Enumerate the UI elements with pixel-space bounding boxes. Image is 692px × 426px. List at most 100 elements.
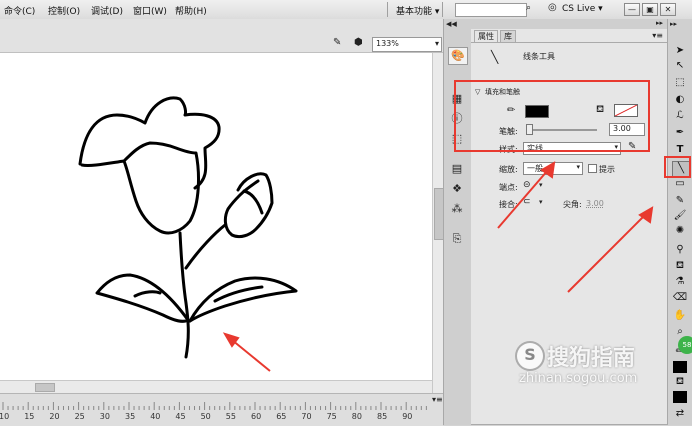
right-leaf bbox=[188, 276, 298, 323]
join-select[interactable]: ⊂ ▾ bbox=[523, 197, 551, 208]
motion-icon[interactable]: ⁂ bbox=[448, 201, 466, 217]
hand-tool-icon[interactable]: ✋ bbox=[672, 309, 688, 323]
stroke-icon[interactable]: ▦ bbox=[448, 91, 466, 107]
timeline-ticks bbox=[2, 402, 427, 410]
collapsed-panel-bar: ◀◀ 🎨 ▦ ⓘ ⬚ ▤ ❖ ⁂ ⎘ bbox=[443, 19, 472, 425]
scale-label: 缩放: bbox=[499, 165, 518, 174]
horizontal-scrollbar[interactable] bbox=[0, 380, 432, 394]
style-value: 实线 bbox=[527, 144, 543, 153]
tool-name: 线条工具 bbox=[523, 52, 555, 61]
color-panel-icon[interactable]: 🎨 bbox=[448, 47, 468, 65]
close-button[interactable]: ✕ bbox=[660, 3, 676, 16]
notification-badge[interactable]: 58 bbox=[678, 336, 692, 354]
transform-icon[interactable]: ⬚ bbox=[448, 131, 466, 147]
workspace-switcher[interactable]: 基本功能 ▾ bbox=[396, 4, 439, 17]
scale-select[interactable]: 一般 ▾ bbox=[523, 162, 583, 175]
edit-symbol-icon[interactable]: ✎ bbox=[333, 37, 341, 48]
collapse-icon[interactable]: ▸▸ bbox=[670, 20, 677, 28]
hint-checkbox[interactable] bbox=[588, 164, 597, 173]
annotation-arrow-stage bbox=[231, 339, 271, 372]
menu-command[interactable]: 命令(C) bbox=[4, 4, 35, 17]
horizontal-scroll-thumb[interactable] bbox=[35, 383, 55, 392]
chevron-down-icon[interactable]: ▽ bbox=[475, 88, 480, 96]
fill-color-tool-icon[interactable]: ⛾ bbox=[672, 375, 688, 389]
timeline-tick-label: 90 bbox=[402, 412, 413, 421]
left-leaf-vein bbox=[133, 290, 162, 298]
lasso-tool-icon[interactable]: ℒ bbox=[672, 109, 688, 123]
chevron-down-icon: ▾ bbox=[434, 39, 439, 48]
flower-cup bbox=[80, 141, 200, 235]
3d-rotation-tool-icon[interactable]: ◐ bbox=[672, 93, 688, 107]
bone-tool-icon[interactable]: ⚲ bbox=[672, 243, 688, 257]
collapse-icon[interactable]: ▸▸ bbox=[656, 19, 663, 27]
timeline-tick-label: 45 bbox=[175, 412, 186, 421]
zoom-select[interactable]: 133% ▾ bbox=[372, 37, 442, 52]
deco-tool-icon[interactable]: ✺ bbox=[672, 224, 688, 238]
components-icon[interactable]: ❖ bbox=[448, 181, 466, 197]
timeline-tick-label: 15 bbox=[24, 412, 35, 421]
panel-menu-icon[interactable]: ▾≡ bbox=[652, 31, 663, 40]
left-leaf bbox=[95, 273, 190, 323]
search-icon[interactable]: ⌕ bbox=[526, 3, 531, 13]
watermark-url: zhinan.sogou.com bbox=[519, 371, 638, 386]
join-label: 接合: bbox=[499, 200, 518, 209]
timeline-tick-label: 85 bbox=[377, 412, 388, 421]
cs-live-button[interactable]: CS Live ▾ bbox=[562, 4, 603, 14]
menu-window[interactable]: 窗口(W) bbox=[133, 4, 167, 17]
search-input[interactable] bbox=[455, 3, 527, 17]
scene-icon[interactable]: ⬢ bbox=[354, 37, 363, 48]
section-title[interactable]: 填充和笔触 bbox=[485, 87, 520, 97]
timeline-tick-label: 20 bbox=[49, 412, 60, 421]
brush-tool-icon[interactable]: 🖌 bbox=[672, 209, 688, 223]
fill-color-swatch[interactable] bbox=[614, 104, 638, 117]
timeline-tick-label: 30 bbox=[99, 412, 110, 421]
stroke-width-field[interactable]: 3.00 bbox=[609, 123, 645, 136]
fill-color-swatch[interactable] bbox=[673, 391, 687, 403]
menu-help[interactable]: 帮助(H) bbox=[175, 4, 207, 17]
stroke-color-swatch[interactable] bbox=[525, 105, 549, 118]
eyedropper-tool-icon[interactable]: ⚗ bbox=[672, 275, 688, 289]
stroke-color-swatch[interactable] bbox=[673, 361, 687, 373]
flower-drawing bbox=[78, 96, 298, 372]
menu-debug[interactable]: 调试(D) bbox=[91, 4, 123, 17]
eraser-tool-icon[interactable]: ⌫ bbox=[672, 291, 688, 305]
menu-separator bbox=[442, 2, 443, 17]
selection-tool-icon[interactable]: ➤ bbox=[672, 44, 688, 58]
stroke-slider[interactable] bbox=[527, 129, 597, 131]
timeline-tick-label: 55 bbox=[225, 412, 236, 421]
paint-bucket-tool-icon[interactable]: ⛾ bbox=[672, 259, 688, 273]
history-icon[interactable]: ⎘ bbox=[448, 231, 466, 247]
pencil-icon: ✏ bbox=[507, 105, 516, 116]
timeline-tick-label: 80 bbox=[351, 412, 362, 421]
stage-canvas[interactable] bbox=[0, 53, 432, 380]
timeline-menu-icon[interactable]: ▾≡ bbox=[432, 395, 443, 404]
timeline-ruler[interactable]: 10 15 20 25 30 35 40 45 50 55 60 65 70 75 80 85 90 ▾≡ bbox=[0, 393, 443, 426]
rectangle-tool-icon[interactable]: ▭ bbox=[672, 177, 688, 191]
text-tool-icon[interactable]: T bbox=[672, 143, 688, 157]
pen-tool-icon[interactable]: ✒ bbox=[672, 126, 688, 140]
timeline-tick-label: 35 bbox=[125, 412, 136, 421]
edit-stroke-style-icon[interactable]: ✎ bbox=[628, 141, 636, 152]
style-select[interactable]: 实线 ▾ bbox=[523, 142, 621, 155]
cap-select[interactable]: ⊝ ▾ bbox=[523, 180, 551, 191]
swap-colors-icon[interactable]: ⇄ bbox=[672, 407, 688, 421]
expand-icon[interactable]: ◀◀ bbox=[446, 20, 457, 28]
timeline-tick-label: 65 bbox=[276, 412, 287, 421]
line-tool-icon[interactable]: ╲ bbox=[672, 161, 690, 177]
miter-value[interactable]: 3.00 bbox=[586, 199, 604, 208]
menu-control[interactable]: 控制(O) bbox=[48, 4, 80, 17]
restore-button[interactable]: ▣ bbox=[642, 3, 658, 16]
line-tool-icon: ╲ bbox=[491, 50, 499, 64]
small-flower-petal bbox=[242, 189, 264, 215]
stroke-slider-handle[interactable] bbox=[526, 124, 533, 135]
round-cap-icon: ⊝ bbox=[523, 180, 531, 190]
chevron-down-icon: ▾ bbox=[539, 198, 543, 206]
sogou-logo: S bbox=[515, 341, 545, 371]
scale-value: 一般 bbox=[527, 164, 543, 173]
pencil-tool-icon[interactable]: ✎ bbox=[672, 194, 688, 208]
info-icon[interactable]: ⓘ bbox=[448, 111, 466, 127]
subselection-tool-icon[interactable]: ↖ bbox=[672, 59, 688, 73]
align-icon[interactable]: ▤ bbox=[448, 161, 466, 177]
minimize-button[interactable]: — bbox=[624, 3, 640, 16]
free-transform-tool-icon[interactable]: ⬚ bbox=[672, 76, 688, 90]
